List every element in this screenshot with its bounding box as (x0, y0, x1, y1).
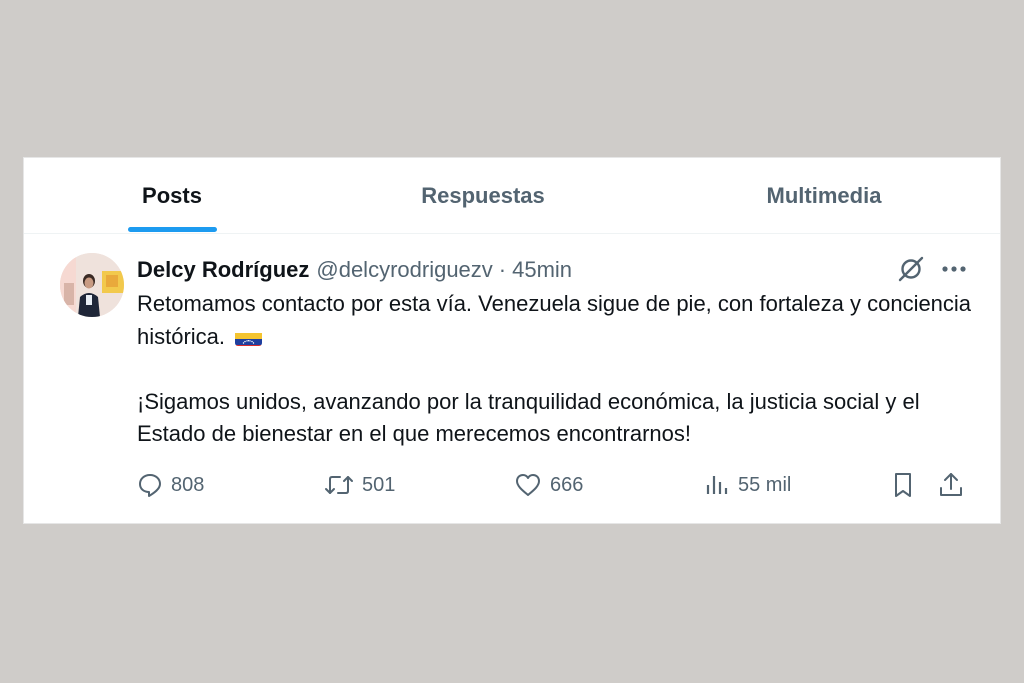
profile-tabs: Posts Respuestas Multimedia (24, 158, 1000, 234)
tab-multimedia[interactable]: Multimedia (754, 158, 894, 233)
more-icon (942, 266, 966, 272)
tweet-paragraph-1: Retomamos contacto por esta vía. Venezue… (137, 288, 977, 353)
views-icon (706, 476, 728, 494)
bookmark-icon (895, 473, 911, 497)
grok-icon (898, 256, 924, 282)
repost-button[interactable]: 501 (324, 470, 395, 500)
reply-icon (139, 474, 161, 497)
retweet-icon (325, 476, 353, 494)
venezuela-flag-icon (235, 328, 263, 346)
share-icon (940, 473, 962, 496)
tab-posts[interactable]: Posts (127, 158, 217, 233)
tab-respuestas[interactable]: Respuestas (412, 158, 554, 233)
grok-button[interactable] (894, 254, 928, 284)
display-name[interactable]: Delcy Rodríguez (137, 257, 309, 283)
reply-button[interactable]: 808 (137, 470, 204, 500)
like-button[interactable]: 666 (514, 470, 583, 500)
bookmark-button[interactable] (890, 470, 916, 500)
avatar-photo (60, 253, 124, 317)
more-button[interactable] (937, 254, 971, 284)
views-count: 55 mil (738, 473, 792, 496)
tweet-header: Delcy Rodríguez @delcyrodriguezv · 45min (137, 254, 572, 286)
header-separator: · (498, 257, 507, 282)
tweet-paragraph-1-text: Retomamos contacto por esta vía. Venezue… (137, 291, 972, 349)
views-button[interactable]: 55 mil (704, 470, 791, 500)
timestamp[interactable]: 45min (512, 257, 572, 283)
tweet-body: Retomamos contacto por esta vía. Venezue… (137, 288, 977, 451)
share-button[interactable] (938, 470, 964, 500)
like-count: 666 (550, 473, 584, 496)
paragraph-spacer (137, 353, 977, 386)
profile-timeline-card: Posts Respuestas Multimedia Delcy Rodríg… (23, 157, 1001, 524)
tweet-paragraph-2: ¡Sigamos unidos, avanzando por la tranqu… (137, 388, 920, 447)
reply-count: 808 (171, 473, 205, 496)
repost-count: 501 (362, 473, 396, 496)
active-tab-indicator (128, 227, 217, 232)
user-handle[interactable]: @delcyrodriguezv (316, 257, 492, 283)
like-icon (516, 474, 540, 496)
avatar[interactable] (60, 253, 124, 317)
